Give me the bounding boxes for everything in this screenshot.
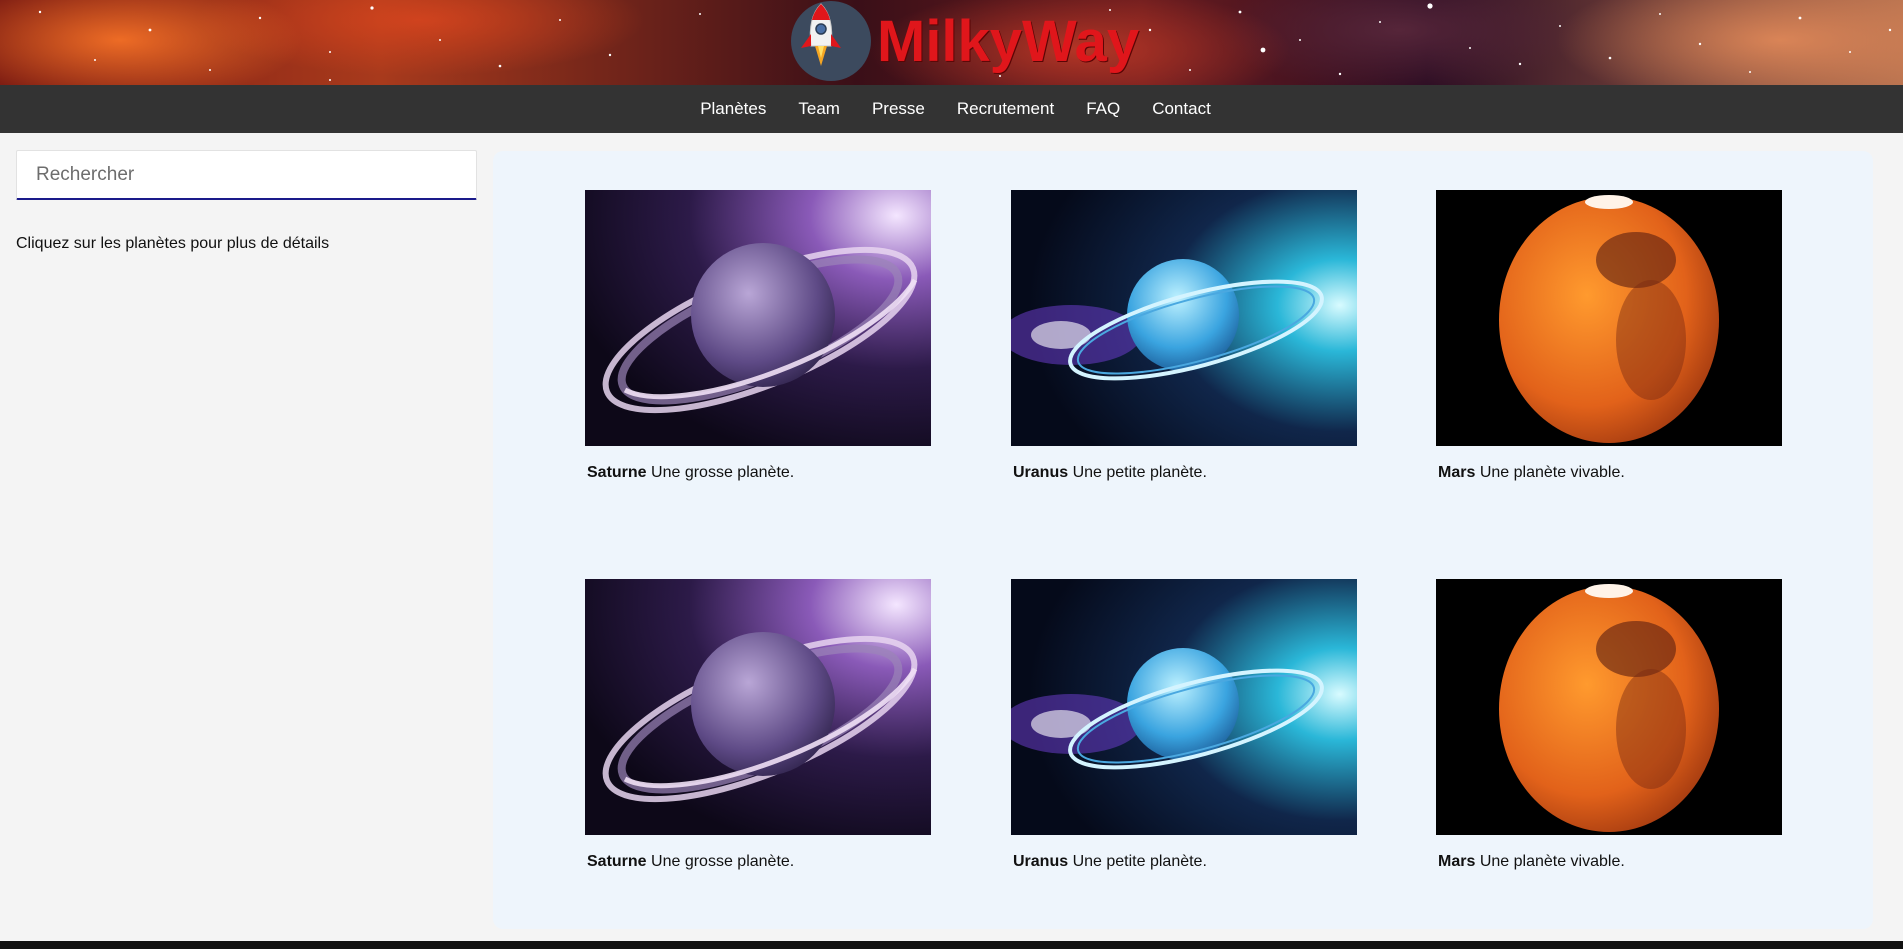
planet-name: Uranus bbox=[1013, 464, 1069, 481]
planet-card: Saturne Une grosse planète. bbox=[585, 579, 931, 871]
planet-name: Mars bbox=[1438, 853, 1476, 870]
planet-card: Mars Une planète vivable. bbox=[1436, 190, 1782, 482]
uranus-image[interactable] bbox=[1011, 579, 1357, 835]
rocket-icon bbox=[791, 1, 871, 81]
nav-item-presse[interactable]: Presse bbox=[856, 99, 941, 119]
nav-item-planetes[interactable]: Planètes bbox=[684, 99, 782, 119]
search-box bbox=[16, 150, 477, 200]
mars-image[interactable] bbox=[1436, 190, 1782, 446]
page-bottom-edge bbox=[0, 941, 1903, 949]
nav-item-recrutement[interactable]: Recrutement bbox=[941, 99, 1070, 119]
nav-item-team[interactable]: Team bbox=[782, 99, 856, 119]
planet-description: Une grosse planète. bbox=[651, 853, 795, 870]
planet-card: Uranus Une petite planète. bbox=[1011, 190, 1357, 482]
planet-description: Une planète vivable. bbox=[1479, 853, 1625, 870]
planet-caption: Saturne Une grosse planète. bbox=[585, 464, 931, 482]
planet-description: Une planète vivable. bbox=[1479, 464, 1625, 481]
search-input[interactable] bbox=[17, 151, 476, 198]
planet-caption: Uranus Une petite planète. bbox=[1011, 464, 1357, 482]
planet-gallery: Saturne Une grosse planète. Uranus Une p… bbox=[493, 151, 1873, 929]
brand-name: MilkyWay bbox=[877, 8, 1140, 74]
mars-image[interactable] bbox=[1436, 579, 1782, 835]
planet-name: Mars bbox=[1438, 464, 1476, 481]
header-banner: MilkyWay bbox=[0, 0, 1903, 85]
main-nav: Planètes Team Presse Recrutement FAQ Con… bbox=[0, 85, 1903, 133]
saturn-image[interactable] bbox=[585, 190, 931, 446]
planet-card: Saturne Une grosse planète. bbox=[585, 190, 931, 482]
planet-caption: Uranus Une petite planète. bbox=[1011, 853, 1357, 871]
planet-card: Uranus Une petite planète. bbox=[1011, 579, 1357, 871]
hint-text: Cliquez sur les planètes pour plus de dé… bbox=[16, 235, 330, 252]
brand[interactable]: MilkyWay bbox=[791, 0, 1139, 82]
nav-item-faq[interactable]: FAQ bbox=[1070, 99, 1136, 119]
planet-description: Une petite planète. bbox=[1072, 464, 1207, 481]
planet-description: Une grosse planète. bbox=[651, 464, 795, 481]
planet-caption: Mars Une planète vivable. bbox=[1436, 853, 1782, 871]
nav-item-contact[interactable]: Contact bbox=[1136, 99, 1227, 119]
saturn-image[interactable] bbox=[585, 579, 931, 835]
planet-name: Saturne bbox=[587, 464, 647, 481]
planet-name: Saturne bbox=[587, 853, 647, 870]
uranus-image[interactable] bbox=[1011, 190, 1357, 446]
planet-card: Mars Une planète vivable. bbox=[1436, 579, 1782, 871]
planet-description: Une petite planète. bbox=[1072, 853, 1207, 870]
planet-caption: Mars Une planète vivable. bbox=[1436, 464, 1782, 482]
planet-name: Uranus bbox=[1013, 853, 1069, 870]
planet-caption: Saturne Une grosse planète. bbox=[585, 853, 931, 871]
